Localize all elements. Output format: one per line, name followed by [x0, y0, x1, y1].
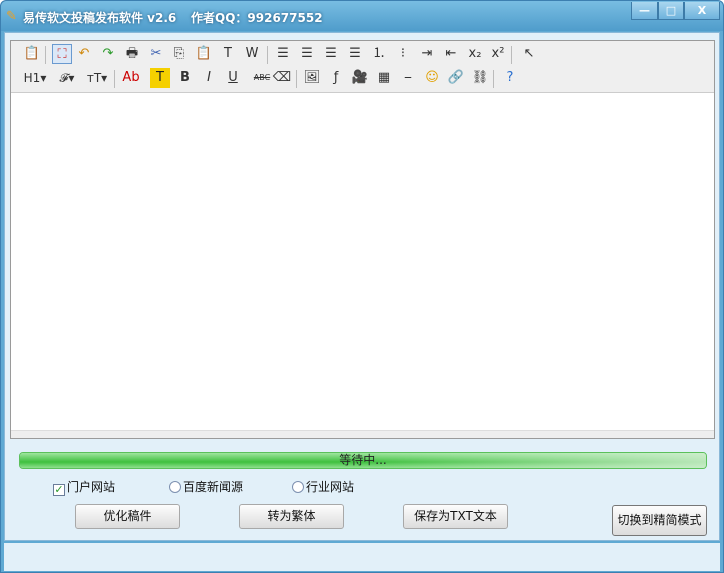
undo-icon[interactable]: ↶ — [74, 44, 94, 64]
outdent-icon[interactable]: ⇤ — [441, 44, 461, 64]
rich-text-editor: 📋 ⛶ ↶ ↷ 🖶 ✂ ⎘ 📋 T W ☰ ☰ ☰ ☰ ⒈ ⁝ ⇥ ⇤ x₂ x² ↖ H1▾ 𝓕▾ тT▾ Ab T B I U ABC… — [10, 40, 715, 439]
traditional-button[interactable]: 转为繁体 — [239, 504, 344, 529]
checkbox-checked-icon: ✓ — [53, 483, 65, 496]
toolbar-separator — [114, 70, 115, 88]
horizontal-rule-icon[interactable]: ⎯ — [398, 68, 418, 88]
toolbar-separator — [267, 46, 268, 64]
justify-icon[interactable]: ☰ — [345, 44, 365, 64]
author-qq: 作者QQ：992677552 — [191, 11, 323, 25]
superscript-icon[interactable]: x² — [488, 44, 508, 64]
highlight-icon[interactable]: T — [150, 68, 170, 88]
industry-radio[interactable]: 行业网站 — [292, 479, 354, 495]
heading-icon[interactable]: H1▾ — [21, 68, 49, 88]
paste-word-icon[interactable]: W — [242, 44, 262, 64]
help-icon[interactable]: ? — [500, 68, 520, 88]
copy-icon[interactable]: ⎘ — [169, 44, 189, 64]
fullscreen-icon[interactable]: ⛶ — [52, 44, 72, 64]
pencil-icon: ✎ — [6, 9, 17, 24]
paste-icon[interactable]: 📋 — [194, 44, 214, 64]
font-size-icon[interactable]: тT▾ — [83, 68, 111, 88]
emoticon-icon[interactable]: ☺ — [422, 68, 442, 88]
industry-label: 行业网站 — [306, 480, 355, 494]
table-icon[interactable]: ▦ — [374, 68, 394, 88]
minimize-button[interactable]: — — [631, 2, 658, 20]
save-txt-button[interactable]: 保存为TXT文本 — [403, 504, 508, 529]
portal-checkbox[interactable]: ✓ 门户网站 — [53, 479, 116, 496]
bold-icon[interactable]: B — [175, 68, 195, 88]
subscript-icon[interactable]: x₂ — [465, 44, 485, 64]
ordered-list-icon[interactable]: ⒈ — [369, 44, 389, 64]
baidu-label: 百度新闻源 — [183, 480, 244, 494]
select-all-icon[interactable]: ↖ — [519, 44, 539, 64]
eraser-icon[interactable]: ⌫ — [272, 68, 292, 88]
editor-content[interactable] — [11, 94, 714, 430]
align-left-icon[interactable]: ☰ — [273, 44, 293, 64]
horizontal-scrollbar[interactable] — [11, 430, 714, 438]
cut-icon[interactable]: ✂ — [146, 44, 166, 64]
align-right-icon[interactable]: ☰ — [321, 44, 341, 64]
simple-mode-button[interactable]: 切换到精简模式 — [612, 505, 707, 536]
font-color-icon[interactable]: Ab — [121, 68, 141, 88]
editor-toolbar: 📋 ⛶ ↶ ↷ 🖶 ✂ ⎘ 📋 T W ☰ ☰ ☰ ☰ ⒈ ⁝ ⇥ ⇤ x₂ x² ↖ H1▾ 𝓕▾ тT▾ Ab T B I U ABC… — [11, 41, 714, 93]
toolbar-separator — [511, 46, 512, 64]
indent-icon[interactable]: ⇥ — [417, 44, 437, 64]
italic-icon[interactable]: I — [199, 68, 219, 88]
progress-bar: 等待中... — [19, 452, 707, 469]
window-title: 易传软文投稿发布软件 v2.6 — [23, 11, 177, 25]
align-center-icon[interactable]: ☰ — [297, 44, 317, 64]
app-window: ✎ 易传软文投稿发布软件 v2.6 作者QQ：992677552 — □ X 📋… — [0, 0, 724, 573]
status-bar — [4, 543, 720, 571]
progress-label: 等待中... — [339, 453, 387, 467]
video-icon[interactable]: 🎥 — [350, 68, 370, 88]
maximize-button[interactable]: □ — [658, 2, 684, 20]
font-family-icon[interactable]: 𝓕▾ — [53, 68, 81, 88]
radio-icon — [292, 481, 304, 493]
toolbar-separator — [493, 70, 494, 88]
flash-icon[interactable]: ƒ — [326, 68, 346, 88]
link-icon[interactable]: 🔗 — [446, 68, 466, 88]
toolbar-separator — [296, 70, 297, 88]
unlink-icon[interactable]: ⛓ — [470, 68, 490, 88]
radio-icon — [169, 481, 181, 493]
unordered-list-icon[interactable]: ⁝ — [393, 44, 413, 64]
print-icon[interactable]: 🖶 — [122, 44, 142, 64]
redo-icon[interactable]: ↷ — [98, 44, 118, 64]
source-icon[interactable]: 📋 — [22, 44, 42, 64]
portal-label: 门户网站 — [67, 480, 116, 494]
baidu-radio[interactable]: 百度新闻源 — [169, 479, 243, 495]
underline-icon[interactable]: U — [223, 68, 243, 88]
optimize-button[interactable]: 优化稿件 — [75, 504, 180, 529]
close-button[interactable]: X — [684, 2, 720, 20]
image-icon[interactable]: 🖼 — [302, 68, 322, 88]
title-bar[interactable]: ✎ 易传软文投稿发布软件 v2.6 作者QQ：992677552 — □ X — [1, 1, 723, 31]
paste-text-icon[interactable]: T — [218, 44, 238, 64]
toolbar-separator — [45, 46, 46, 64]
